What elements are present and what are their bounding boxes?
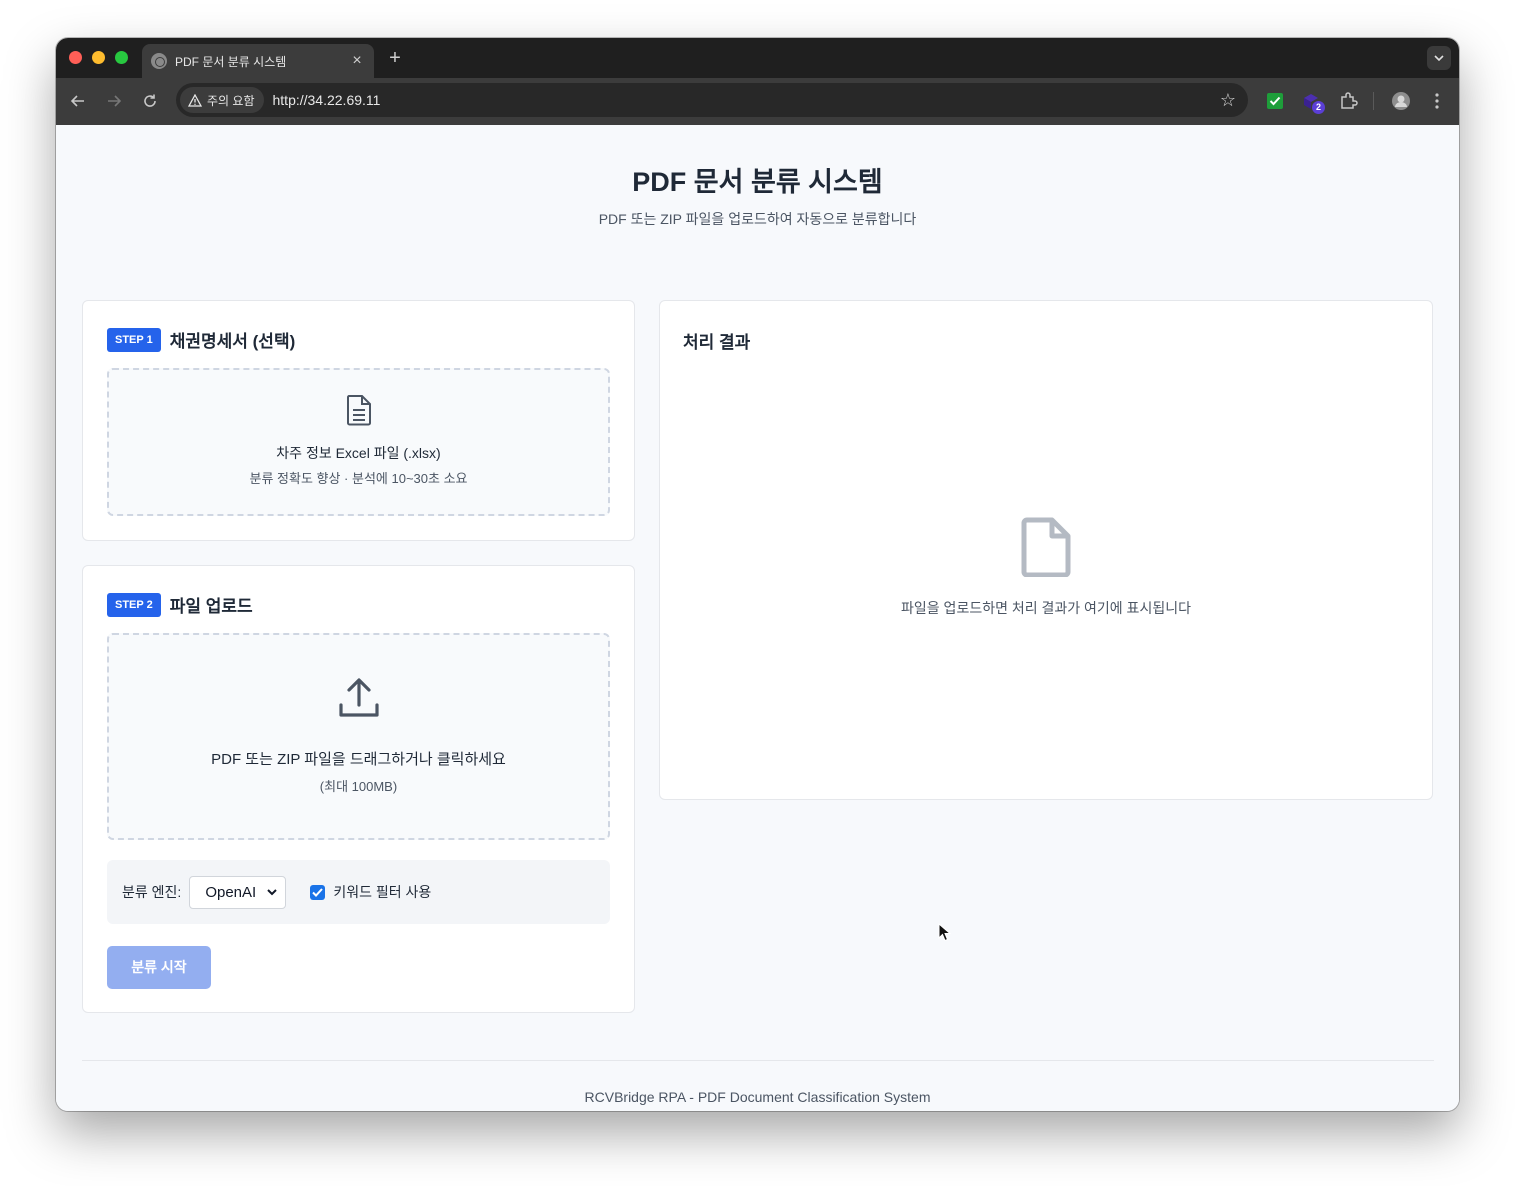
tab-strip: PDF 문서 분류 시스템 × +	[56, 38, 1459, 78]
address-bar[interactable]: 주의 요함 http://34.22.69.11 ☆	[176, 83, 1248, 117]
arrow-right-icon	[108, 95, 122, 107]
tab-search-button[interactable]	[1427, 46, 1451, 70]
footer-text: RCVBridge RPA - PDF Document Classificat…	[584, 1089, 931, 1105]
page-title: PDF 문서 분류 시스템	[632, 167, 883, 197]
step2-header: STEP 2 파일 업로드	[107, 592, 253, 617]
extension-badge-icon[interactable]: 2	[1301, 90, 1325, 114]
page-content: PDF 문서 분류 시스템 PDF 또는 ZIP 파일을 업로드하여 자동으로 …	[56, 125, 1459, 1111]
empty-file-icon	[660, 517, 1432, 577]
bookmark-star-icon[interactable]: ☆	[1220, 90, 1236, 111]
extensions-puzzle-icon[interactable]	[1337, 90, 1359, 112]
back-button[interactable]	[67, 90, 89, 112]
reload-icon	[144, 94, 156, 107]
close-window-button[interactable]	[69, 51, 82, 64]
globe-icon	[151, 53, 167, 69]
security-indicator[interactable]: 주의 요함	[180, 87, 264, 113]
browser-toolbar: 주의 요함 http://34.22.69.11 ☆ 2	[56, 78, 1459, 125]
keyword-filter-checkbox[interactable]	[310, 884, 326, 900]
browser-window: PDF 문서 분류 시스템 × + 주의 요함 http://34.22.69.…	[56, 38, 1459, 1111]
step2-badge: STEP 2	[107, 592, 161, 617]
reload-button[interactable]	[139, 90, 161, 112]
step1-card: STEP 1 채권명세서 (선택) 차주 정보 Excel 파일 (.xlsx)…	[82, 300, 635, 541]
profile-avatar-icon[interactable]	[1390, 90, 1412, 112]
result-card: 처리 결과 파일을 업로드하면 처리 결과가 여기에 표시됩니다	[659, 300, 1433, 800]
warning-icon	[188, 93, 202, 107]
step2-card: STEP 2 파일 업로드 PDF 또는 ZIP 파일을 드래그하거나 클릭하세…	[82, 565, 635, 1013]
keyword-filter-label[interactable]: 키워드 필터 사용	[333, 882, 431, 902]
maximize-window-button[interactable]	[115, 51, 128, 64]
excel-dropzone-title: 차주 정보 Excel 파일 (.xlsx)	[276, 445, 441, 461]
excel-dropzone[interactable]: 차주 정보 Excel 파일 (.xlsx) 분류 정확도 향상 · 분석에 1…	[107, 368, 610, 516]
document-icon	[109, 394, 608, 426]
step1-header: STEP 1 채권명세서 (선택)	[107, 327, 295, 352]
footer-divider	[82, 1060, 1434, 1061]
browser-menu-icon[interactable]	[1426, 90, 1448, 112]
new-tab-button[interactable]: +	[384, 47, 406, 69]
result-title: 처리 결과	[683, 333, 751, 352]
engine-label: 분류 엔진:	[122, 884, 182, 900]
step1-badge: STEP 1	[107, 327, 161, 352]
options-panel: 분류 엔진: OpenAI 키워드 필터 사용	[107, 860, 610, 924]
step1-title: 채권명세서 (선택)	[169, 332, 296, 351]
extension-check-icon[interactable]	[1264, 90, 1286, 112]
url-text[interactable]: http://34.22.69.11	[273, 92, 1220, 108]
step2-title: 파일 업로드	[169, 597, 253, 616]
forward-button[interactable]	[103, 90, 125, 112]
security-label: 주의 요함	[207, 93, 255, 108]
excel-dropzone-hint: 분류 정확도 향상 · 분석에 10~30초 소요	[249, 471, 468, 486]
chevron-down-icon	[267, 888, 278, 895]
file-dropzone-title: PDF 또는 ZIP 파일을 드래그하거나 클릭하세요	[211, 751, 506, 768]
extension-badge-count: 2	[1312, 101, 1325, 114]
start-classification-button[interactable]: 분류 시작	[107, 946, 211, 989]
engine-select[interactable]: OpenAI	[189, 875, 287, 909]
tab-title: PDF 문서 분류 시스템	[175, 54, 287, 69]
file-dropzone-hint: (최대 100MB)	[319, 779, 398, 794]
page-subtitle: PDF 또는 ZIP 파일을 업로드하여 자동으로 분류합니다	[598, 211, 917, 227]
toolbar-divider	[1373, 92, 1374, 110]
browser-tab[interactable]: PDF 문서 분류 시스템 ×	[142, 44, 374, 78]
chevron-down-icon	[1434, 55, 1444, 62]
minimize-window-button[interactable]	[92, 51, 105, 64]
close-tab-icon[interactable]: ×	[346, 52, 368, 70]
arrow-left-icon	[70, 95, 84, 107]
engine-select-value: OpenAI	[205, 883, 257, 901]
file-dropzone[interactable]: PDF 또는 ZIP 파일을 드래그하거나 클릭하세요 (최대 100MB)	[107, 633, 610, 840]
checkmark-icon	[312, 887, 324, 897]
upload-icon	[109, 677, 608, 719]
empty-result-message: 파일을 업로드하면 처리 결과가 여기에 표시됩니다	[901, 600, 1191, 616]
mouse-cursor-icon	[938, 922, 952, 948]
